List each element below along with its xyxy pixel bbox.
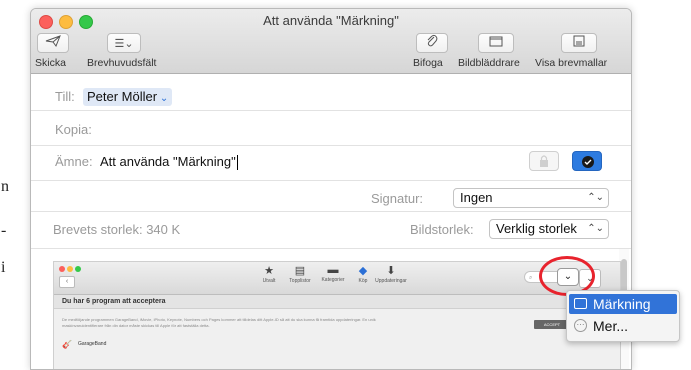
subject-field[interactable]: Att använda "Märkning"	[100, 154, 238, 171]
paper-plane-icon	[45, 34, 61, 52]
markup-menu: Märkning ··· Mer...	[566, 290, 680, 342]
text-cursor	[236, 155, 238, 171]
preview-toolbar: ‹ ★ Utvalt ▤ Topplistor ▬ Kategorier ◆ Köp ⬇…	[54, 262, 620, 295]
window-title: Att använda "Märkning"	[263, 13, 399, 28]
attach-button[interactable]	[416, 33, 448, 53]
markup-toolbox-icon	[574, 298, 587, 309]
preview-body-text: De medföljande programmen GarageBand, iM…	[62, 317, 376, 328]
subject-value: Att använda "Märkning"	[100, 154, 236, 169]
photo-browser-icon	[489, 34, 503, 52]
preview-banner: Du har 6 program att acceptera	[54, 295, 620, 309]
signature-value: Ingen	[460, 190, 493, 205]
subject-label: Ämne:	[55, 154, 93, 169]
signature-select[interactable]: Ingen ⌃⌄	[453, 188, 609, 208]
mail-compose-window: Att använda "Märkning" Skicka ☰⌄ Brevhuv…	[30, 8, 632, 370]
more-ellipsis-icon: ···	[574, 319, 587, 332]
list-icon: ☰⌄	[114, 37, 134, 50]
preview-min-dot	[67, 266, 73, 272]
show-templates-button[interactable]	[561, 33, 597, 53]
message-size-label: Brevets storlek: 340 K	[53, 222, 181, 237]
cc-field[interactable]	[101, 121, 601, 139]
preview-close-dot	[59, 266, 65, 272]
header-fields-label: Brevhuvudsfält	[87, 57, 157, 69]
signature-label: Signatur:	[371, 191, 424, 206]
attach-label: Bifoga	[413, 57, 443, 69]
template-icon	[573, 34, 585, 52]
background-text-n: n	[1, 178, 9, 195]
send-button[interactable]	[37, 33, 69, 53]
paperclip-icon	[426, 34, 438, 53]
show-templates-label: Visa brevmallar	[535, 57, 608, 69]
encrypt-button[interactable]	[529, 151, 559, 171]
select-arrows-icon: ⌃⌄	[587, 223, 604, 234]
cc-label: Kopia:	[55, 122, 92, 137]
chevron-down-icon: ⌄	[157, 93, 169, 104]
preview-back-icon: ‹	[59, 276, 75, 288]
recipient-name: Peter Möller	[87, 89, 158, 104]
preview-zoom-dot	[75, 266, 81, 272]
preview-accept-button: ACCEPT	[534, 320, 570, 329]
preview-app-name: GarageBand	[78, 341, 107, 347]
recipient-token[interactable]: Peter Möller ⌄	[83, 88, 173, 106]
photo-browser-button[interactable]	[478, 33, 514, 53]
send-label: Skicka	[35, 57, 66, 69]
sign-button[interactable]	[572, 151, 602, 171]
menu-item-label: Märkning	[593, 296, 651, 312]
image-size-value: Verklig storlek	[496, 221, 577, 236]
titlebar: Att använda "Märkning" Skicka ☰⌄ Brevhuv…	[31, 9, 631, 74]
markup-dropdown-button[interactable]: ⌄	[557, 268, 579, 286]
lock-icon	[538, 154, 550, 173]
guitar-icon: 🎸	[62, 340, 72, 349]
image-size-label: Bildstorlek:	[410, 222, 474, 237]
header-fields-button[interactable]: ☰⌄	[107, 33, 141, 53]
menu-item-markup[interactable]: Märkning	[569, 294, 677, 314]
background-text-i: i	[1, 259, 6, 276]
to-label: Till:	[55, 89, 75, 104]
photo-browser-label: Bildbläddrare	[458, 57, 520, 69]
chevron-down-icon: ⌄	[563, 271, 573, 282]
seal-check-icon	[581, 155, 595, 174]
background-text-dash: -	[1, 222, 7, 239]
image-size-select[interactable]: Verklig storlek ⌃⌄	[489, 219, 609, 239]
menu-item-more[interactable]: ··· Mer...	[569, 316, 677, 336]
preview-tab-updates: ⬇ Uppdateringar	[375, 265, 407, 284]
menu-item-label: Mer...	[593, 318, 629, 334]
select-arrows-icon: ⌃⌄	[587, 192, 604, 203]
attached-screenshot[interactable]: ‹ ★ Utvalt ▤ Topplistor ▬ Kategorier ◆ Köp ⬇…	[53, 261, 621, 369]
